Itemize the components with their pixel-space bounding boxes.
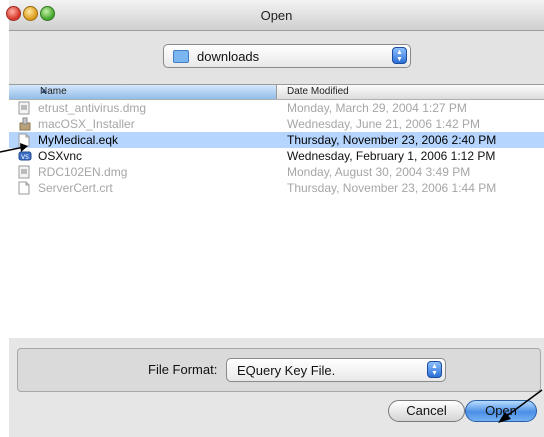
file-format-box: File Format: EQuery Key File. ▲ ▼	[17, 348, 541, 392]
installer-icon	[18, 117, 32, 131]
disk-image-icon	[18, 101, 32, 115]
title-bar: Open	[6, 0, 544, 31]
file-row: macOSX_Installer Wednesday, June 21, 2006…	[9, 116, 544, 132]
document-icon	[18, 181, 32, 195]
location-popup[interactable]: downloads ▲ ▼	[163, 44, 411, 68]
file-name: etrust_antivirus.dmg	[38, 101, 147, 115]
file-date-modified: Monday, August 30, 2004 3:49 PM	[287, 165, 471, 179]
file-name: ServerCert.crt	[38, 181, 113, 195]
file-name: OSXvnc	[38, 149, 83, 163]
file-date-modified: Thursday, November 23, 2006 1:44 PM	[287, 181, 497, 195]
window-title: Open	[260, 8, 293, 23]
sort-ascending-icon: ▲	[40, 86, 48, 95]
file-name: RDC102EN.dmg	[38, 165, 128, 179]
file-row: RDC102EN.dmg Monday, August 30, 2004 3:49…	[9, 164, 544, 180]
file-date-modified: Thursday, November 23, 2006 2:40 PM	[287, 133, 497, 147]
disk-image-icon	[18, 165, 32, 179]
column-header: Name ▲ Date Modified	[9, 85, 544, 100]
dialog-footer: File Format: EQuery Key File. ▲ ▼ Cancel …	[9, 338, 544, 437]
popup-arrows-icon: ▲ ▼	[427, 361, 442, 378]
file-format-popup[interactable]: EQuery Key File. ▲ ▼	[226, 358, 446, 382]
date-column-header[interactable]: Date Modified	[287, 86, 349, 97]
cancel-button[interactable]: Cancel	[388, 400, 465, 422]
file-format-label: File Format:	[148, 362, 218, 377]
location-label: downloads	[197, 49, 260, 64]
file-row: ServerCert.crt Thursday, November 23, 200…	[9, 180, 544, 196]
open-dialog: Open downloads ▲ ▼ Name ▲ Date Modified e…	[6, 0, 544, 437]
file-row-selected[interactable]: MyMedical.eqk Thursday, November 23, 2006…	[9, 132, 544, 148]
popup-arrows-icon: ▲ ▼	[392, 47, 407, 64]
file-date-modified: Wednesday, February 1, 2006 1:12 PM	[287, 149, 496, 163]
file-name: macOSX_Installer	[38, 117, 135, 131]
file-format-value: EQuery Key File.	[237, 363, 336, 378]
open-callout-arrow-icon	[498, 389, 543, 423]
file-name: MyMedical.eqk	[38, 133, 119, 147]
name-column-header[interactable]: Name ▲	[9, 85, 277, 99]
file-row[interactable]: VS OSXvnc Wednesday, February 1, 2006 1:12…	[9, 148, 544, 164]
selection-callout-arrow-icon	[0, 143, 28, 153]
file-date-modified: Monday, March 29, 2004 1:27 PM	[287, 101, 467, 115]
file-row: etrust_antivirus.dmg Monday, March 29, 20…	[9, 100, 544, 116]
file-browser: Name ▲ Date Modified etrust_antivirus.dm…	[9, 84, 544, 340]
file-date-modified: Wednesday, June 21, 2006 1:42 PM	[287, 117, 481, 131]
folder-icon	[173, 50, 189, 63]
